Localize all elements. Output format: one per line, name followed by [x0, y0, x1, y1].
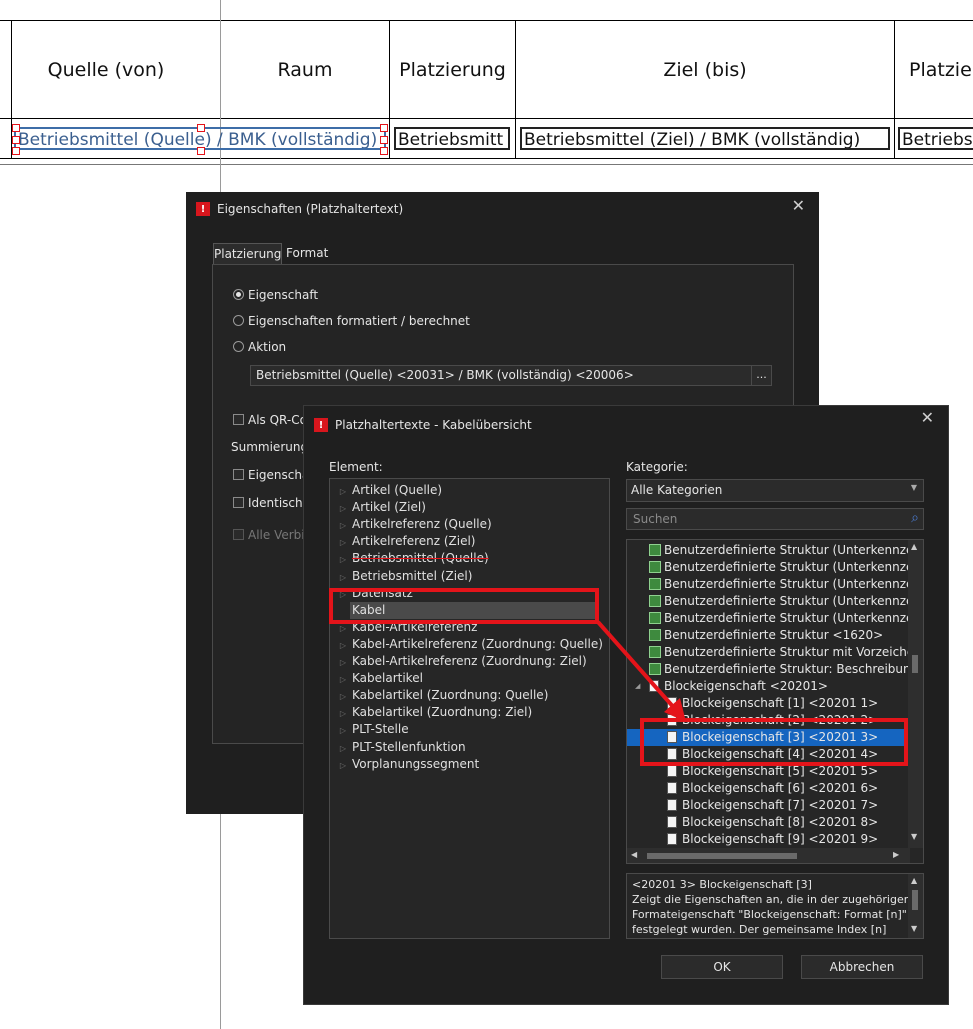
highlight-arrow: [596, 620, 686, 722]
